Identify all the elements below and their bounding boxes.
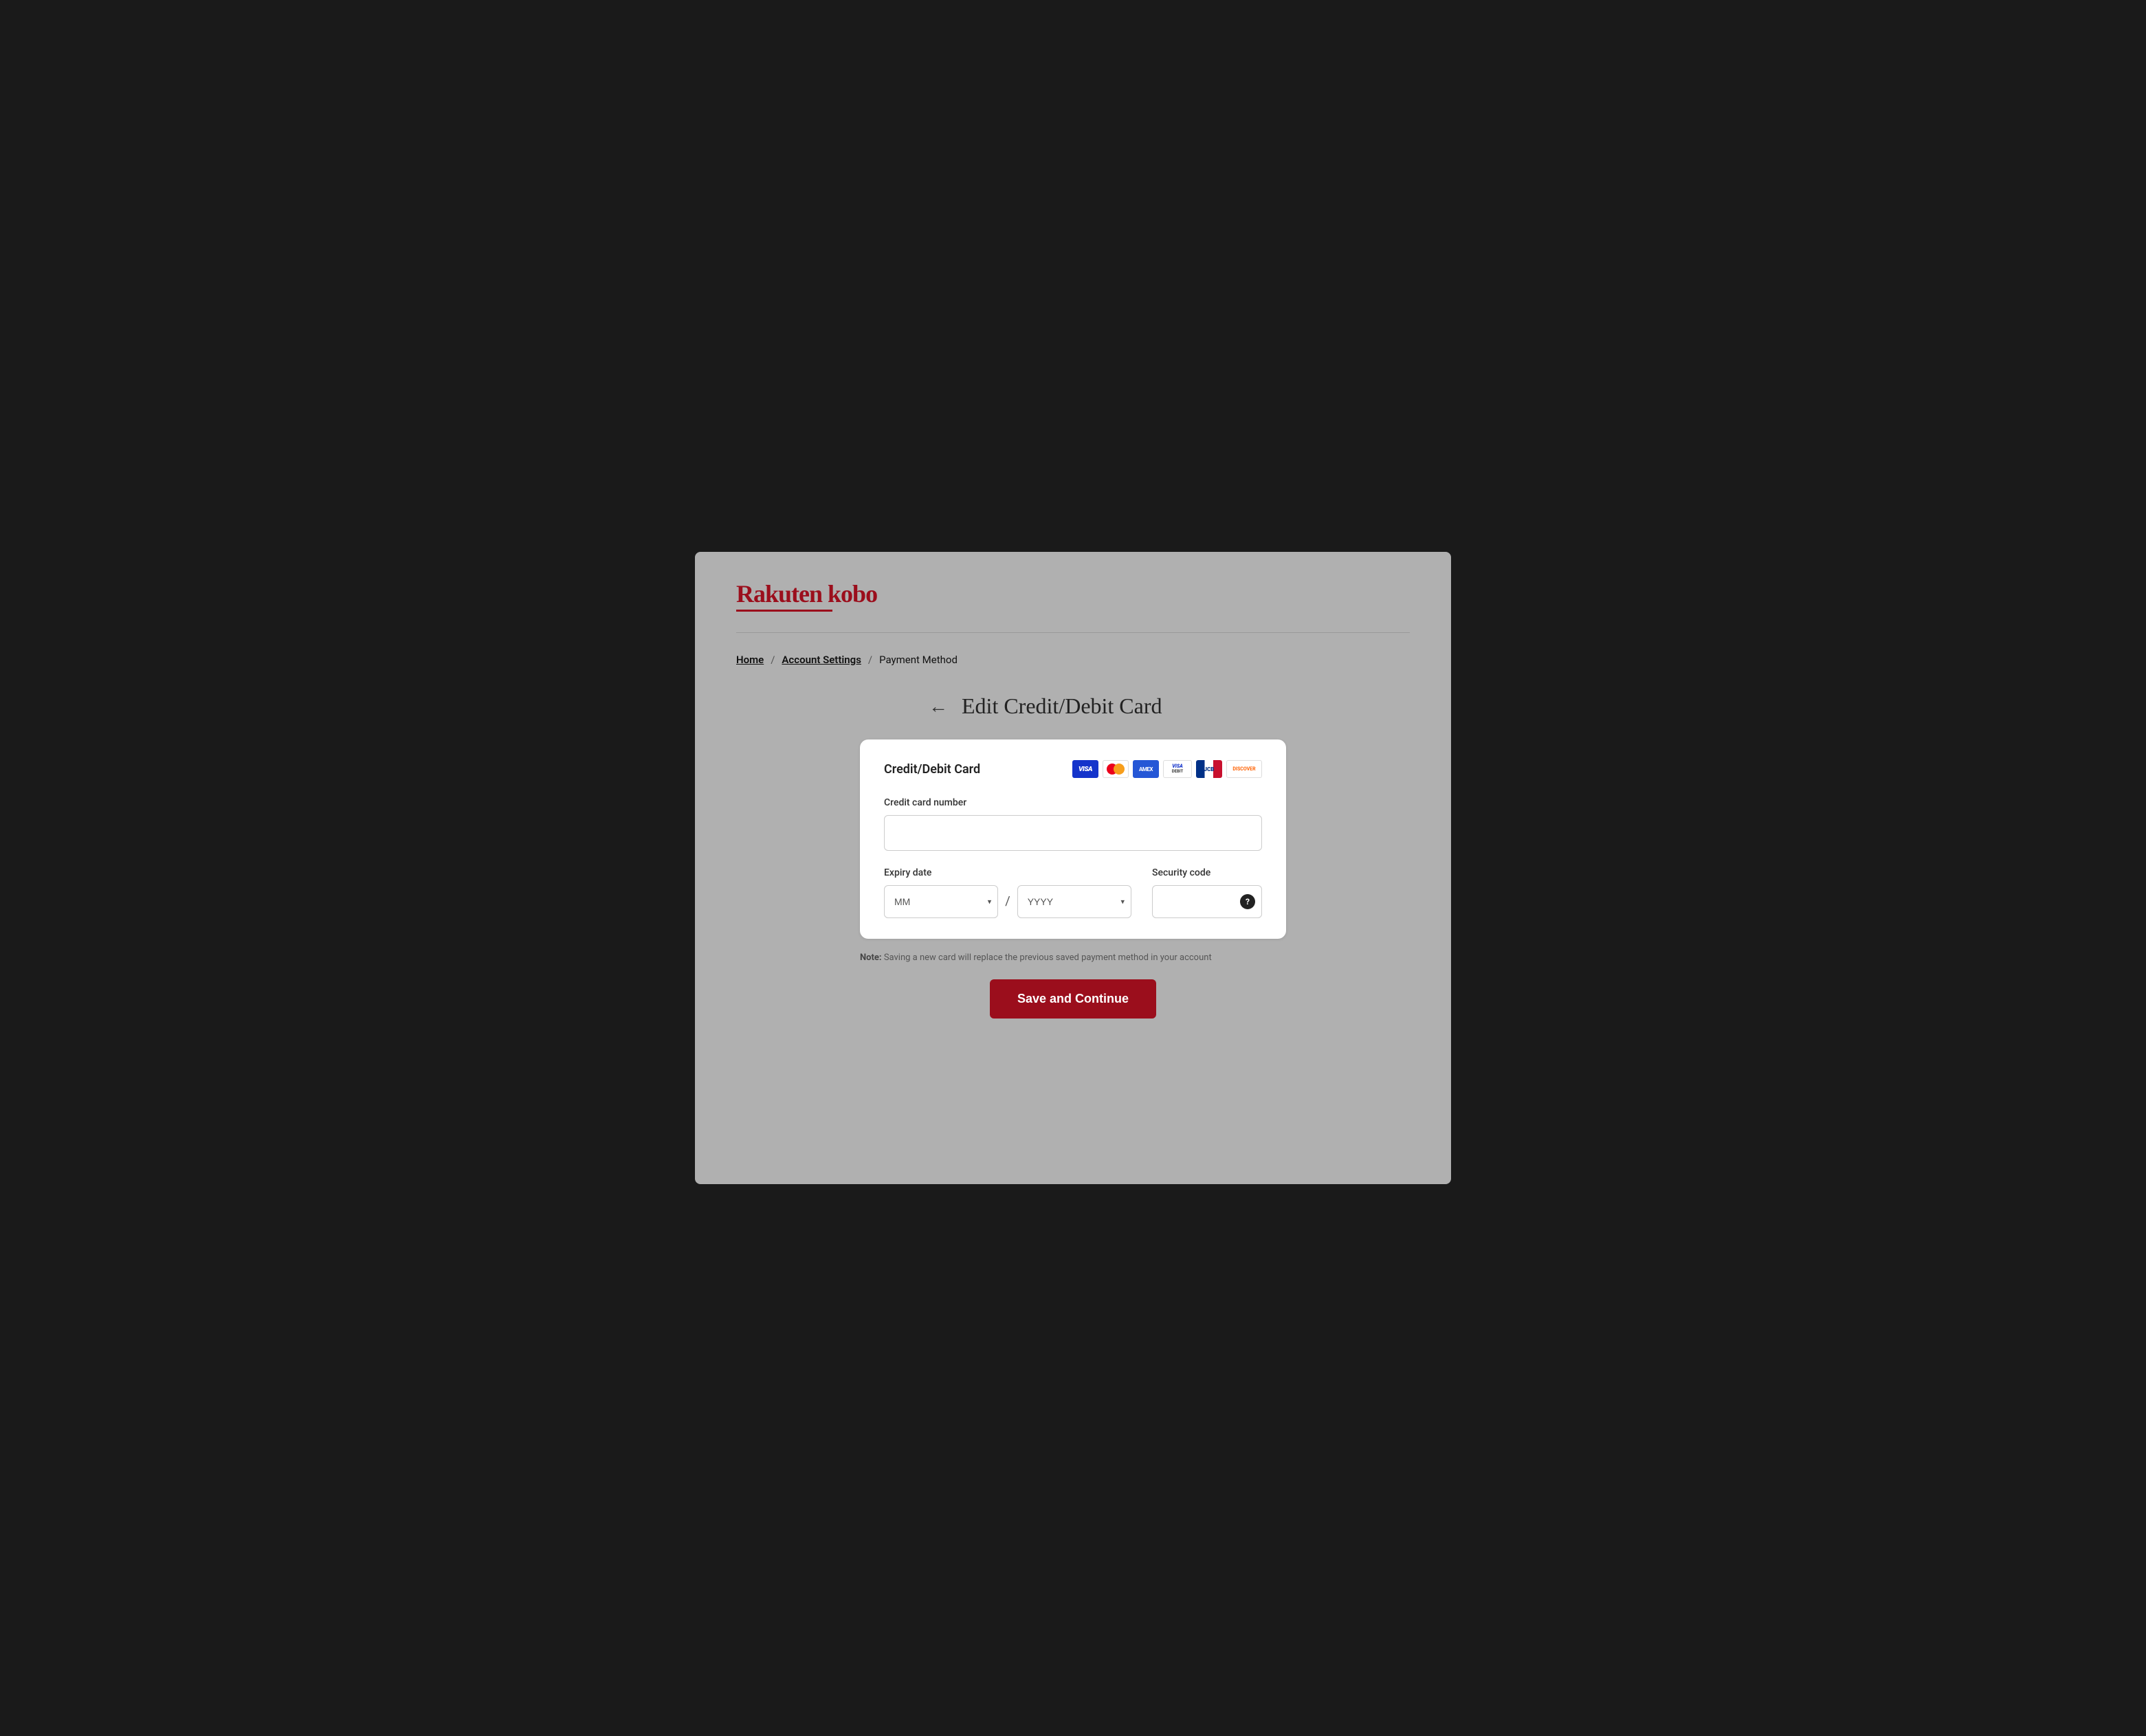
page-header: ← Edit Credit/Debit Card bbox=[750, 693, 1396, 719]
breadcrumb: Home / Account Settings / Payment Method bbox=[736, 654, 1410, 666]
year-select-wrapper: YYYY 202420252026 202720282029 203020312… bbox=[1017, 885, 1131, 918]
payment-icons: VISA AMEX VISA DEBIT JCB DISCOVER bbox=[1072, 760, 1262, 778]
note-body: Saving a new card will replace the previ… bbox=[882, 953, 1212, 963]
year-select[interactable]: YYYY 202420252026 202720282029 203020312… bbox=[1017, 885, 1131, 918]
cc-number-input[interactable] bbox=[884, 815, 1262, 851]
visa-icon: VISA bbox=[1072, 760, 1098, 778]
breadcrumb-account-settings[interactable]: Account Settings bbox=[782, 654, 861, 666]
breadcrumb-home[interactable]: Home bbox=[736, 654, 764, 666]
amex-icon: AMEX bbox=[1133, 760, 1159, 778]
mc-orange-circle bbox=[1114, 764, 1125, 775]
logo-text: Rakuten kobo bbox=[736, 579, 1410, 608]
discover-icon: DISCOVER bbox=[1226, 760, 1262, 778]
month-select-wrapper: MM 010203 040506 070809 101112 ▾ bbox=[884, 885, 998, 918]
expiry-inputs: MM 010203 040506 070809 101112 ▾ / YYY bbox=[884, 885, 1131, 918]
note-text: Note: Saving a new card will replace the… bbox=[860, 953, 1286, 963]
security-section: Security code ? bbox=[1152, 867, 1262, 918]
security-help-icon[interactable]: ? bbox=[1240, 894, 1255, 909]
mastercard-icon bbox=[1103, 760, 1129, 778]
page-container: Rakuten kobo Home / Account Settings / P… bbox=[695, 552, 1451, 1184]
security-label: Security code bbox=[1152, 867, 1262, 878]
visa-debit-icon: VISA DEBIT bbox=[1163, 760, 1192, 778]
month-select[interactable]: MM 010203 040506 070809 101112 bbox=[884, 885, 998, 918]
back-arrow-icon[interactable]: ← bbox=[929, 697, 948, 716]
logo: Rakuten kobo bbox=[736, 579, 1410, 612]
breadcrumb-separator-1: / bbox=[771, 654, 775, 666]
security-input-wrapper: ? bbox=[1152, 885, 1262, 918]
breadcrumb-separator-2: / bbox=[868, 654, 872, 666]
credit-card-form: Credit/Debit Card VISA AMEX VISA DEBIT bbox=[860, 739, 1286, 939]
note-prefix: Note: bbox=[860, 953, 882, 963]
save-continue-button[interactable]: Save and Continue bbox=[990, 979, 1156, 1019]
expiry-security-row: Expiry date MM 010203 040506 070809 1011… bbox=[884, 867, 1262, 918]
header-divider bbox=[736, 632, 1410, 633]
breadcrumb-current: Payment Method bbox=[879, 654, 958, 666]
page-title: Edit Credit/Debit Card bbox=[962, 693, 1162, 719]
expiry-slash: / bbox=[1004, 885, 1011, 918]
expiry-label: Expiry date bbox=[884, 867, 1131, 878]
cc-number-label: Credit card number bbox=[884, 797, 1262, 808]
expiry-section: Expiry date MM 010203 040506 070809 1011… bbox=[884, 867, 1131, 918]
card-header: Credit/Debit Card VISA AMEX VISA DEBIT bbox=[884, 760, 1262, 778]
jcb-icon: JCB bbox=[1196, 760, 1222, 778]
logo-underline bbox=[736, 610, 832, 612]
card-form-title: Credit/Debit Card bbox=[884, 762, 980, 777]
main-content: ← Edit Credit/Debit Card Credit/Debit Ca… bbox=[736, 693, 1410, 1019]
